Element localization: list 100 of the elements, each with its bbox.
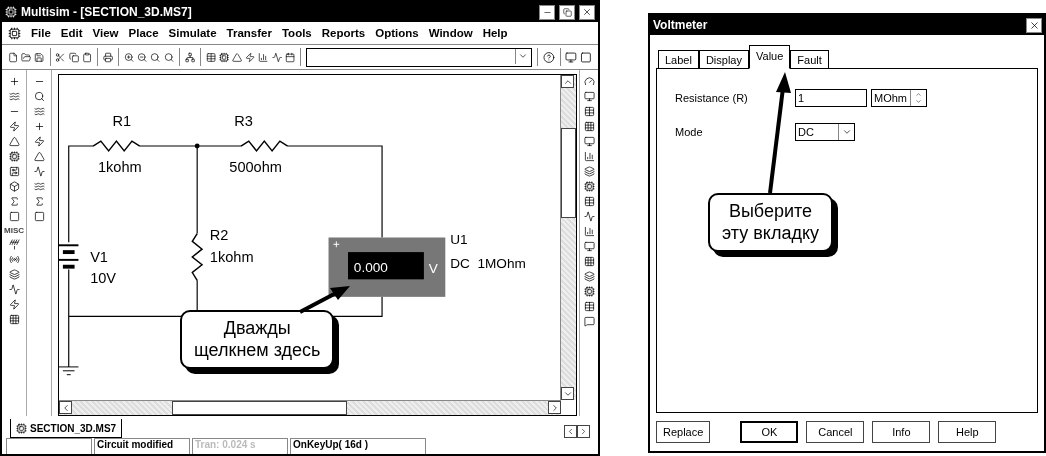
lightning-icon[interactable]	[33, 136, 45, 147]
cut-icon[interactable]	[55, 50, 66, 64]
chip-icon[interactable]	[218, 50, 229, 64]
menu-item[interactable]: File	[31, 27, 51, 39]
speech-bubble-icon[interactable]	[583, 316, 595, 327]
document-tab[interactable]: SECTION_3D.MS7	[10, 419, 123, 438]
plus-icon[interactable]	[8, 76, 20, 87]
unit-spinner[interactable]: MOhm	[871, 89, 927, 107]
tab[interactable]: Fault	[790, 50, 829, 68]
new-file-icon[interactable]	[8, 50, 19, 64]
dialog-button[interactable]: Replace	[656, 421, 711, 443]
wave-icon[interactable]	[33, 181, 45, 192]
dialog-button[interactable]: Cancel	[806, 421, 865, 443]
lightning-icon[interactable]	[245, 50, 256, 64]
waveform-icon[interactable]	[583, 211, 595, 222]
dialog-button[interactable]: Help	[938, 421, 997, 443]
triangle-icon[interactable]	[8, 136, 20, 147]
horizontal-scrollbar[interactable]	[59, 400, 561, 415]
pulse-icon[interactable]	[8, 284, 20, 295]
grid-icon[interactable]	[583, 256, 595, 267]
close-button[interactable]	[579, 4, 595, 20]
circuit-board-icon[interactable]	[8, 166, 20, 177]
unit-label: V	[428, 260, 438, 276]
menu-item[interactable]: Window	[428, 27, 473, 39]
table-icon[interactable]	[583, 301, 595, 312]
menu-item[interactable]: Reports	[321, 27, 366, 39]
chip-icon[interactable]	[8, 151, 20, 162]
input-field[interactable]: 1	[795, 89, 867, 107]
component-label: 1kohm	[209, 248, 254, 265]
paste-icon[interactable]	[81, 50, 93, 64]
help-icon[interactable]	[542, 49, 555, 65]
chart-icon[interactable]	[258, 50, 269, 64]
minimize-button[interactable]	[539, 4, 555, 20]
menu-item[interactable]: Simulate	[168, 27, 217, 39]
menu-item[interactable]: Options	[375, 27, 419, 39]
chart-icon[interactable]	[583, 151, 595, 162]
triangle-icon[interactable]	[231, 50, 243, 64]
layers-icon[interactable]	[8, 269, 20, 280]
chip-icon[interactable]	[583, 286, 595, 297]
square-icon[interactable]	[33, 211, 45, 222]
lightning-icon[interactable]	[8, 121, 20, 132]
menu-item[interactable]: Help	[482, 27, 508, 39]
mode-dropdown[interactable]: DC	[795, 123, 855, 141]
triangle-icon[interactable]	[33, 151, 45, 162]
zoom-out-icon[interactable]	[137, 50, 148, 64]
monitor-icon[interactable]	[583, 241, 595, 252]
chart-icon[interactable]	[583, 226, 595, 237]
grid-icon[interactable]	[8, 314, 20, 325]
chip-icon[interactable]	[583, 181, 595, 192]
open-folder-icon[interactable]	[21, 50, 32, 64]
close-button[interactable]	[1026, 17, 1042, 33]
menu-item[interactable]: Place	[128, 27, 159, 39]
dialog-button[interactable]: OK	[740, 421, 799, 443]
wave-icon[interactable]	[8, 91, 20, 102]
scroll-left-button[interactable]	[564, 425, 577, 438]
scroll-right-button[interactable]	[577, 425, 590, 438]
layers-icon[interactable]	[583, 166, 595, 177]
monitor-icon[interactable]	[583, 136, 595, 147]
spin-down-icon[interactable]	[915, 98, 922, 105]
instrument-icon[interactable]	[565, 49, 578, 65]
vertical-scrollbar[interactable]	[560, 75, 576, 400]
zoom-combobox[interactable]	[305, 47, 532, 67]
antenna-icon[interactable]	[8, 239, 20, 250]
magnifier-icon[interactable]	[33, 91, 45, 102]
square-icon[interactable]	[8, 211, 20, 222]
save-icon[interactable]	[34, 50, 45, 64]
gauge-icon[interactable]	[583, 76, 595, 87]
layers-icon[interactable]	[583, 271, 595, 282]
menu-item[interactable]: Edit	[60, 27, 83, 39]
calendar-icon[interactable]	[284, 50, 296, 64]
plus-icon[interactable]	[33, 121, 45, 132]
hierarchy-icon[interactable]	[184, 50, 195, 64]
lightning-icon[interactable]	[8, 299, 20, 310]
box-icon[interactable]	[8, 181, 20, 192]
print-icon[interactable]	[102, 50, 114, 64]
copy-icon[interactable]	[68, 50, 79, 64]
wave-icon[interactable]	[33, 106, 45, 117]
tab[interactable]: Value	[749, 45, 791, 69]
grid-icon[interactable]	[583, 121, 595, 132]
table-icon[interactable]	[583, 106, 595, 117]
menu-item[interactable]: View	[92, 27, 119, 39]
radio-icon[interactable]	[8, 254, 20, 265]
tab[interactable]: Display	[698, 50, 749, 68]
close-icon	[582, 7, 592, 17]
sigma-icon[interactable]	[33, 196, 45, 207]
app-logo-icon	[5, 6, 17, 18]
waveform-icon[interactable]	[271, 50, 282, 64]
tab[interactable]: Label	[658, 50, 699, 68]
table-icon[interactable]	[583, 196, 595, 207]
table-icon[interactable]	[205, 50, 216, 64]
dialog-button[interactable]: Info	[872, 421, 931, 443]
spin-up-icon[interactable]	[915, 91, 922, 98]
menu-item[interactable]: Transfer	[226, 27, 272, 39]
component-label: 10V	[90, 270, 117, 287]
menu-item[interactable]: Tools	[281, 27, 312, 39]
zoom-in-icon[interactable]	[123, 50, 135, 64]
sigma-icon[interactable]	[8, 196, 20, 207]
restore-button[interactable]	[559, 4, 575, 20]
monitor-icon[interactable]	[583, 91, 595, 102]
pulse-icon[interactable]	[33, 166, 45, 177]
